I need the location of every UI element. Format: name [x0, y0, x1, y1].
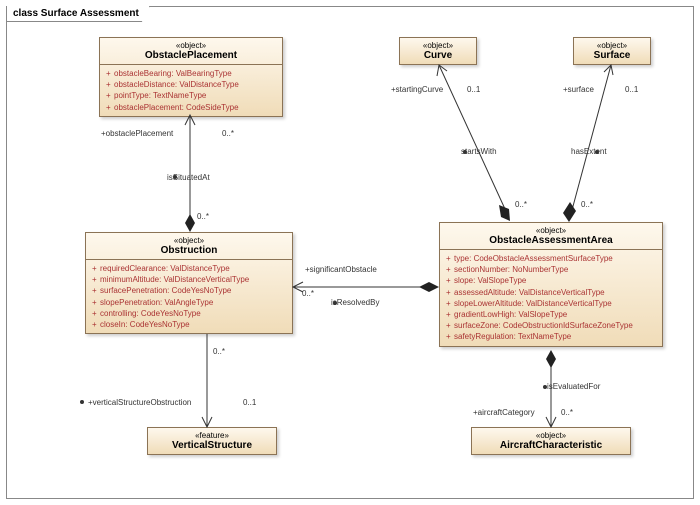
diagram-frame: class Surface Assessment «object» Obstac… [6, 6, 694, 499]
mult-vs-bot: 0..1 [243, 398, 256, 407]
stereotype: «object» [92, 236, 286, 245]
class-name: VerticalStructure [154, 440, 270, 451]
attr: +requiredClearance: ValDistanceType [92, 263, 286, 274]
stereotype: «feature» [154, 431, 270, 440]
class-header: «object» Surface [574, 38, 650, 64]
label-is-evaluated-for: isEvaluatedFor [547, 382, 600, 391]
mult-aircraft: 0..* [561, 408, 573, 417]
class-obstacle-assessment-area[interactable]: «object» ObstacleAssessmentArea +type: C… [439, 222, 663, 347]
attr: +obstacleDistance: ValDistanceType [106, 79, 276, 90]
role-surface: +surface [563, 85, 594, 94]
mult-significant-obstacle: 0..* [302, 289, 314, 298]
attr: +safetyRegulation: TextNameType [446, 331, 656, 342]
class-name: ObstaclePlacement [106, 50, 276, 61]
attr: +minimumAltitude: ValDistanceVerticalTyp… [92, 274, 286, 285]
class-name: Obstruction [92, 245, 286, 256]
frame-title: class Surface Assessment [7, 6, 150, 22]
class-name: ObstacleAssessmentArea [446, 235, 656, 246]
class-body: +obstacleBearing: ValBearingType +obstac… [100, 65, 282, 116]
stereotype: «object» [106, 41, 276, 50]
class-header: «object» Obstruction [86, 233, 292, 260]
mult-curve-bot: 0..* [515, 200, 527, 209]
class-curve[interactable]: «object» Curve [399, 37, 477, 65]
class-obstacle-placement[interactable]: «object» ObstaclePlacement +obstacleBear… [99, 37, 283, 117]
class-vertical-structure[interactable]: «feature» VerticalStructure [147, 427, 277, 455]
class-aircraft-characteristic[interactable]: «object» AircraftCharacteristic [471, 427, 631, 455]
role-aircraft-category: +aircraftCategory [473, 408, 535, 417]
attr: +closeIn: CodeYesNoType [92, 319, 286, 330]
attr: +assessedAltitude: ValDistanceVerticalTy… [446, 287, 656, 298]
class-body: +type: CodeObstacleAssessmentSurfaceType… [440, 250, 662, 346]
class-obstruction[interactable]: «object» Obstruction +requiredClearance:… [85, 232, 293, 334]
stereotype: «object» [478, 431, 624, 440]
role-starting-curve: +startingCurve [391, 85, 443, 94]
stereotype: «object» [580, 41, 644, 50]
mult-vs-top: 0..* [213, 347, 225, 356]
attr: +obstaclePlacement: CodeSideType [106, 102, 276, 113]
label-is-resolved-by: isResolvedBy [331, 298, 379, 307]
mult-surface-top: 0..1 [625, 85, 638, 94]
label-is-situated-at: isSituatedAt [167, 173, 210, 182]
mult-obstacle-placement: 0..* [222, 129, 234, 138]
attr: +obstacleBearing: ValBearingType [106, 68, 276, 79]
attr: +slope: ValSlopeType [446, 275, 656, 286]
class-header: «object» ObstaclePlacement [100, 38, 282, 65]
class-name: AircraftCharacteristic [478, 440, 624, 451]
attr: +type: CodeObstacleAssessmentSurfaceType [446, 253, 656, 264]
attr: +surfacePenetration: CodeYesNoType [92, 285, 286, 296]
attr: +slopeLowerAltitude: ValDistanceVertical… [446, 298, 656, 309]
class-header: «object» Curve [400, 38, 476, 64]
mult-surface-bot: 0..* [581, 200, 593, 209]
label-has-extent: hasExtent [571, 147, 607, 156]
attr: +slopePenetration: ValAngleType [92, 297, 286, 308]
class-name: Curve [406, 50, 470, 61]
label-starts-with: startsWith [461, 147, 497, 156]
attr: +controlling: CodeYesNoType [92, 308, 286, 319]
mult2-is-situated: 0..* [197, 212, 209, 221]
attr: +gradientLowHigh: ValSlopeType [446, 309, 656, 320]
class-header: «feature» VerticalStructure [148, 428, 276, 454]
stereotype: «object» [446, 226, 656, 235]
role-significant-obstacle: +significantObstacle [305, 265, 377, 274]
class-name: Surface [580, 50, 644, 61]
class-header: «object» ObstacleAssessmentArea [440, 223, 662, 250]
role-obstacle-placement: +obstaclePlacement [101, 129, 173, 138]
attr: +pointType: TextNameType [106, 90, 276, 101]
stereotype: «object» [406, 41, 470, 50]
mult-curve-top: 0..1 [467, 85, 480, 94]
class-header: «object» AircraftCharacteristic [472, 428, 630, 454]
class-surface[interactable]: «object» Surface [573, 37, 651, 65]
attr: +surfaceZone: CodeObstructionIdSurfaceZo… [446, 320, 656, 331]
class-body: +requiredClearance: ValDistanceType +min… [86, 260, 292, 333]
attr: +sectionNumber: NoNumberType [446, 264, 656, 275]
role-vertical-structure: +verticalStructureObstruction [88, 398, 191, 407]
